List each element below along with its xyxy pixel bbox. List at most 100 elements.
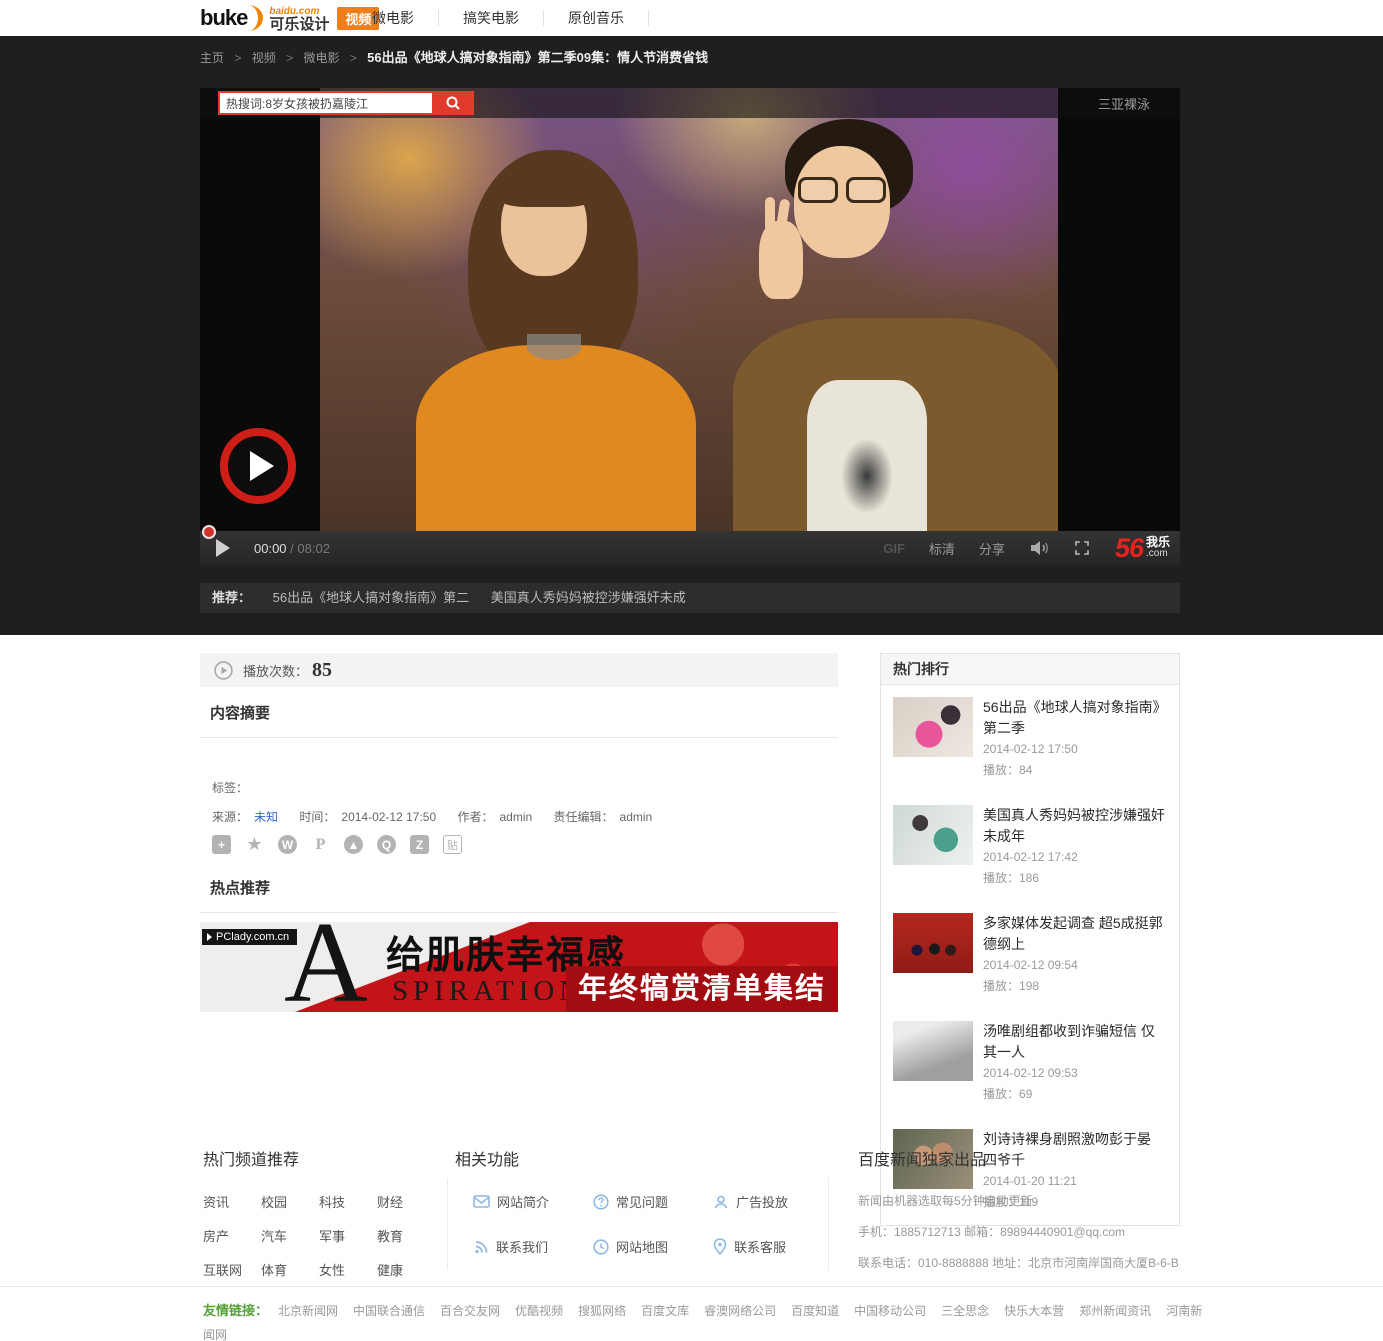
func-advertising[interactable]: 广告投放 [713, 1192, 833, 1211]
share-button[interactable]: 分享 [979, 539, 1005, 558]
video-player: 三亚裸泳 00:00 / 08:02 GIF 标清 分享 [200, 88, 1180, 565]
quality-button[interactable]: 标清 [929, 539, 955, 558]
friend-link[interactable]: 三全思念 [941, 1304, 989, 1318]
channel-link[interactable]: 汽车 [261, 1226, 319, 1245]
channel-link[interactable]: 科技 [319, 1192, 377, 1211]
logo-buke-text: buke [200, 5, 247, 31]
progress-dot[interactable] [202, 525, 216, 539]
meta-line: 来源：未知 时间：2014-02-12 17:50 作者：admin 责任编辑：… [212, 808, 658, 825]
related-functions-title: 相关功能 [455, 1146, 815, 1170]
func-sitemap[interactable]: 网站地图 [593, 1237, 713, 1256]
channel-link[interactable]: 健康 [377, 1260, 435, 1279]
nav-item-funny-movie[interactable]: 搞笑电影 [439, 10, 544, 26]
hot-link-sanya[interactable]: 三亚裸泳 [1098, 94, 1150, 113]
friend-link[interactable]: 中国移动公司 [854, 1304, 926, 1318]
ranking-thumb-3 [893, 913, 973, 973]
friend-link[interactable]: 快乐大本营 [1004, 1304, 1064, 1318]
weibo-icon[interactable]: W [278, 835, 297, 854]
man-glasses [798, 177, 886, 203]
breadcrumb-video[interactable]: 视频 [252, 51, 276, 65]
friend-link[interactable]: 郑州新闻资讯 [1079, 1304, 1151, 1318]
tags-label: 标签： [212, 779, 248, 796]
dark-section: 主页 > 视频 > 微电影 > 56出品《地球人搞对象指南》第二季09集：情人节… [0, 36, 1383, 635]
friend-link[interactable]: 中国联合通信 [353, 1304, 425, 1318]
author-label: 作者： [457, 810, 493, 824]
ranking-item-2[interactable]: 美国真人秀妈妈被控涉嫌强奸未成年 2014-02-12 17:42 播放：186 [881, 793, 1179, 901]
big-play-button[interactable] [220, 428, 296, 504]
channel-link[interactable]: 资讯 [203, 1192, 261, 1211]
baidu-news-section: 百度新闻独家出品 新闻由机器选取每5分钟自动更新 手机：1885712713 邮… [858, 1146, 1188, 1285]
func-contact-us[interactable]: 联系我们 [473, 1237, 593, 1256]
rss-icon [473, 1239, 489, 1255]
channel-link[interactable]: 互联网 [203, 1260, 261, 1279]
channel-link[interactable]: 财经 [377, 1192, 435, 1211]
pengyou-icon[interactable]: P [311, 835, 330, 854]
channel-link[interactable]: 体育 [261, 1260, 319, 1279]
video-frame[interactable] [320, 88, 1058, 531]
qq-icon[interactable]: Q [377, 835, 396, 854]
time-total: / 08:02 [290, 541, 330, 556]
player-top-bar: 三亚裸泳 [200, 88, 1180, 118]
channel-link[interactable]: 女性 [319, 1260, 377, 1279]
person-icon [713, 1194, 729, 1210]
recommend-link-2[interactable]: 美国真人秀妈妈被控涉嫌强奸未成 [491, 590, 686, 605]
56com-logo[interactable]: 56 我乐 .com [1115, 533, 1170, 564]
play-button[interactable] [216, 539, 230, 557]
ranking-title-1[interactable]: 56出品《地球人搞对象指南》第二季 [983, 697, 1167, 739]
friend-link[interactable]: 睿澳网络公司 [704, 1304, 776, 1318]
ranking-item-4[interactable]: 汤唯剧组都收到诈骗短信 仅其一人 2014-02-12 09:53 播放：69 [881, 1009, 1179, 1117]
woman-orange-sweater [416, 345, 696, 531]
ranking-item-3[interactable]: 多家媒体发起调查 超5成挺郭德纲上 2014-02-12 09:54 播放：19… [881, 901, 1179, 1009]
channel-link[interactable]: 房产 [203, 1226, 261, 1245]
player-control-bar: 00:00 / 08:02 GIF 标清 分享 [200, 531, 1180, 565]
recommend-label: 推荐： [212, 590, 251, 605]
nav-item-micro-movie[interactable]: 微电影 [348, 10, 439, 26]
man-hand [759, 221, 803, 299]
ranking-title-2[interactable]: 美国真人秀妈妈被控涉嫌强奸未成年 [983, 805, 1167, 847]
recommend-link-1[interactable]: 56出品《地球人搞对象指南》第二 [273, 590, 469, 605]
func-site-intro[interactable]: 网站简介 [473, 1192, 593, 1211]
renren-icon[interactable]: ▲ [344, 835, 363, 854]
share-plus-icon[interactable]: + [212, 835, 231, 854]
time-display: 00:00 / 08:02 [254, 541, 330, 556]
friend-link[interactable]: 搜狐网络 [578, 1304, 626, 1318]
fullscreen-icon[interactable] [1073, 539, 1091, 557]
qzone-icon[interactable]: Z [410, 835, 429, 854]
search-input[interactable] [218, 91, 432, 115]
time-current: 00:00 [254, 541, 287, 556]
tieba-icon[interactable]: 贴 [443, 835, 462, 854]
breadcrumb-micro-movie[interactable]: 微电影 [303, 51, 339, 65]
ad-subline: SPIRATION [392, 975, 585, 1008]
ranking-plays-3: 播放：198 [983, 976, 1167, 997]
baidu-news-note: 新闻由机器选取每5分钟自动更新 [858, 1192, 1188, 1209]
ranking-title-3[interactable]: 多家媒体发起调查 超5成挺郭德纲上 [983, 913, 1167, 955]
friend-link[interactable]: 优酷视频 [515, 1304, 563, 1318]
channel-link[interactable]: 校园 [261, 1192, 319, 1211]
ad-banner[interactable]: A PClady.com.cn 给肌肤幸福感 SPIRATION 年终犒赏清单集… [200, 922, 838, 1012]
friend-link[interactable]: 北京新闻网 [278, 1304, 338, 1318]
volume-icon[interactable] [1029, 539, 1049, 557]
friend-link[interactable]: 百度文库 [641, 1304, 689, 1318]
logo-swoosh-icon [248, 5, 263, 31]
friend-link[interactable]: 百度知道 [791, 1304, 839, 1318]
channel-link[interactable]: 军事 [319, 1226, 377, 1245]
func-faq[interactable]: 常见问题 [593, 1192, 713, 1211]
ranking-title-4[interactable]: 汤唯剧组都收到诈骗短信 仅其一人 [983, 1021, 1167, 1063]
ranking-plays-1: 播放：84 [983, 760, 1167, 781]
author-value: admin [500, 810, 533, 824]
gif-button[interactable]: GIF [883, 541, 905, 556]
channel-link[interactable]: 教育 [377, 1226, 435, 1245]
time-label: 时间： [299, 810, 335, 824]
source-link[interactable]: 未知 [254, 810, 278, 824]
friend-link[interactable]: 百合交友网 [440, 1304, 500, 1318]
search-button[interactable] [432, 91, 474, 115]
favorite-star-icon[interactable]: ★ [245, 835, 264, 854]
clock-icon [593, 1239, 609, 1255]
page-title: 56出品《地球人搞对象指南》第二季09集：情人节消费省钱 [367, 50, 708, 65]
func-customer-service[interactable]: 联系客服 [713, 1237, 833, 1256]
hot-recommend-heading: 热点推荐 [200, 877, 838, 913]
nav-item-original-music[interactable]: 原创音乐 [544, 10, 649, 26]
ranking-plays-4: 播放：69 [983, 1084, 1167, 1105]
breadcrumb-home[interactable]: 主页 [200, 51, 224, 65]
ranking-item-1[interactable]: 56出品《地球人搞对象指南》第二季 2014-02-12 17:50 播放：84 [881, 685, 1179, 793]
